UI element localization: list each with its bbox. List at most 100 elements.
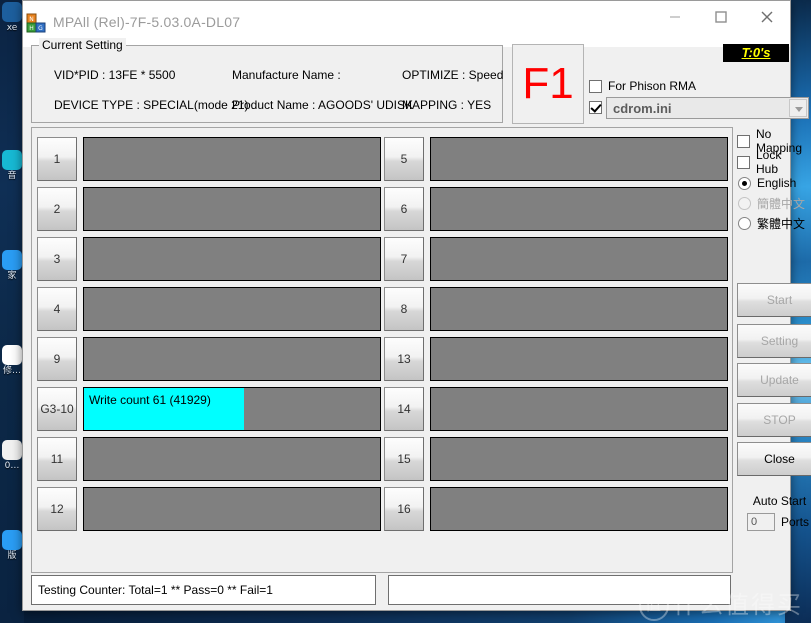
- desktop-icon-label: 家: [7, 271, 17, 281]
- desktop-icon-2[interactable]: 家: [0, 250, 24, 281]
- port-button-5[interactable]: 5: [384, 137, 424, 181]
- setting-button[interactable]: Setting: [737, 324, 811, 358]
- port-button-4[interactable]: 4: [37, 287, 77, 331]
- language-radio-label: 簡體中文: [757, 196, 806, 211]
- desktop-icon-5[interactable]: 版: [0, 530, 24, 561]
- port-button-G3-10[interactable]: G3-10: [37, 387, 77, 431]
- desktop-icon-label: xe: [6, 23, 18, 33]
- port-status-bar-7: [430, 237, 728, 281]
- auto-start-ports-input[interactable]: 0: [747, 513, 775, 531]
- port-button-2[interactable]: 2: [37, 187, 77, 231]
- port-status-bar-6: [430, 187, 728, 231]
- port-row: 12: [37, 484, 381, 534]
- chevron-down-icon[interactable]: [789, 99, 807, 117]
- optimize-value: OPTIMIZE : Speed: [402, 68, 504, 82]
- timer-badge: T:0's: [723, 44, 789, 62]
- minimize-button[interactable]: [652, 1, 698, 32]
- start-button[interactable]: Start: [737, 283, 811, 317]
- port-row: 1: [37, 134, 381, 184]
- port-status-text: Write count 61 (41929): [89, 393, 211, 407]
- language-radio-1: 簡體中文: [738, 193, 811, 213]
- port-row: 15: [384, 434, 728, 484]
- desktop-left-icon-strip: xe 音家修… 0… 版: [0, 0, 24, 623]
- language-radio-0[interactable]: English: [738, 173, 811, 193]
- desktop-icon-label: 音: [7, 171, 17, 181]
- port-status-bar-G3-10: Write count 61 (41929): [83, 387, 381, 431]
- language-radio-2[interactable]: 繁體中文: [738, 213, 811, 233]
- desktop-icon-0[interactable]: xe: [0, 2, 24, 33]
- port-column-right: 5 6 7 8 13 14 15 16: [384, 134, 728, 534]
- language-radio-label: 繁體中文: [757, 216, 806, 231]
- port-status-bar-5: [430, 137, 728, 181]
- stop-button[interactable]: STOP: [737, 403, 811, 437]
- checkbox-icon: [589, 101, 602, 114]
- checkbox-icon: [737, 134, 750, 148]
- port-row: 5: [384, 134, 728, 184]
- update-button[interactable]: Update: [737, 363, 811, 397]
- testing-counter-status: Testing Counter: Total=1 ** Pass=0 ** Fa…: [31, 575, 376, 605]
- for-phison-rma-checkbox[interactable]: For Phison RMA: [589, 79, 696, 93]
- lock-hub-checkbox[interactable]: Lock Hub: [737, 148, 790, 176]
- title-bar: N H G MPAll (Rel)-7F-5.03.0A-DL07: [23, 1, 790, 47]
- device-type-value: DEVICE TYPE : SPECIAL(mode 21): [54, 98, 249, 112]
- auto-start-row: 0 Ports: [747, 513, 809, 531]
- radio-icon: [738, 216, 751, 230]
- port-button-9[interactable]: 9: [37, 337, 77, 381]
- mapping-value: MAPPING : YES: [402, 98, 492, 112]
- port-button-1[interactable]: 1: [37, 137, 77, 181]
- port-row: 16: [384, 484, 728, 534]
- testing-counter-text: Testing Counter: Total=1 ** Pass=0 ** Fa…: [38, 583, 273, 597]
- lock-hub-label: Lock Hub: [756, 148, 782, 176]
- port-button-3[interactable]: 3: [37, 237, 77, 281]
- ini-file-select[interactable]: cdrom.ini: [606, 97, 809, 119]
- port-row: 11: [37, 434, 381, 484]
- radio-icon: [738, 176, 751, 190]
- port-button-6[interactable]: 6: [384, 187, 424, 231]
- auto-start-label: Auto Start: [752, 494, 807, 508]
- port-row: 4: [37, 284, 381, 334]
- port-status-bar-12: [83, 487, 381, 531]
- desktop-icon-label: 版: [7, 551, 17, 561]
- desktop-icon-glyph: [2, 2, 22, 22]
- ini-enable-checkbox[interactable]: [589, 101, 602, 114]
- secondary-status-bar: [388, 575, 731, 605]
- port-row: 2: [37, 184, 381, 234]
- port-button-7[interactable]: 7: [384, 237, 424, 281]
- desktop-icon-3[interactable]: 修…: [0, 345, 24, 376]
- port-status-bar-1: [83, 137, 381, 181]
- desktop-icon-1[interactable]: 音: [0, 150, 24, 181]
- f1-indicator-panel: F1: [512, 44, 584, 124]
- svg-text:N: N: [29, 16, 34, 23]
- port-status-bar-4: [83, 287, 381, 331]
- port-button-8[interactable]: 8: [384, 287, 424, 331]
- port-button-16[interactable]: 16: [384, 487, 424, 531]
- mpall-window: N H G MPAll (Rel)-7F-5.03.0A-DL07 Curren…: [22, 0, 811, 611]
- port-status-bar-8: [430, 287, 728, 331]
- auto-start-unit-label: Ports: [781, 515, 810, 529]
- port-row: 13: [384, 334, 728, 384]
- port-button-12[interactable]: 12: [37, 487, 77, 531]
- svg-text:G: G: [38, 25, 43, 32]
- desktop-icon-glyph: [2, 345, 22, 365]
- for-phison-rma-label: For Phison RMA: [608, 79, 697, 93]
- port-button-13[interactable]: 13: [384, 337, 424, 381]
- f1-label: F1: [522, 59, 574, 108]
- close-button[interactable]: Close: [737, 442, 811, 476]
- maximize-button[interactable]: [698, 1, 744, 32]
- port-row: 9: [37, 334, 381, 384]
- close-icon[interactable]: [744, 1, 790, 32]
- port-button-11[interactable]: 11: [37, 437, 77, 481]
- window-title: MPAll (Rel)-7F-5.03.0A-DL07: [53, 14, 241, 30]
- port-button-15[interactable]: 15: [384, 437, 424, 481]
- desktop-icon-glyph: [2, 150, 22, 170]
- port-row: 3: [37, 234, 381, 284]
- vid-pid-value: VID*PID : 13FE * 5500: [54, 68, 176, 82]
- language-radio-group: English 簡體中文繁體中文: [738, 173, 811, 233]
- port-button-14[interactable]: 14: [384, 387, 424, 431]
- port-column-left: 1 2 3 4 9 G3-10 Write count 61 (41929) 11 12: [37, 134, 381, 534]
- desktop-icon-label: 修…: [2, 366, 21, 376]
- desktop-icon-4[interactable]: 0…: [0, 440, 24, 471]
- port-row: 14: [384, 384, 728, 434]
- desktop-icon-glyph: [2, 440, 22, 460]
- port-status-bar-14: [430, 387, 728, 431]
